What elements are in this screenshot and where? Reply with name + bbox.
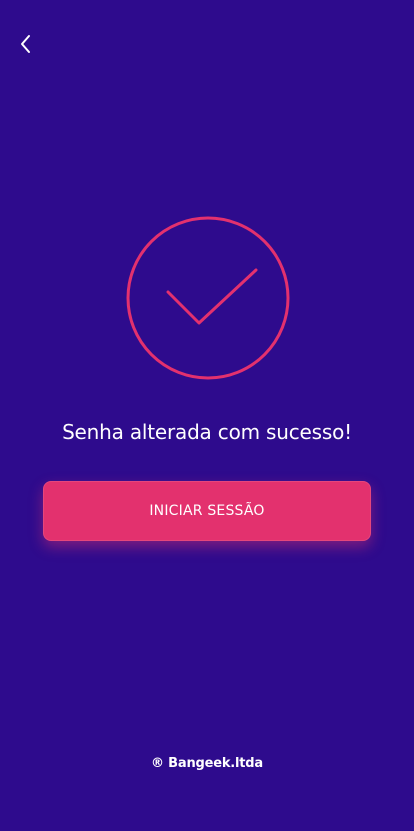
start-session-button[interactable]: INICIAR SESSÃO [43,481,371,541]
footer-brand: ® Bangeek.ltda [151,756,263,771]
start-session-label: INICIAR SESSÃO [149,503,265,519]
chevron-left-icon [19,34,31,54]
back-button[interactable] [14,32,36,56]
success-check-icon [125,215,291,381]
success-message: Senha alterada com sucesso! [62,420,352,444]
